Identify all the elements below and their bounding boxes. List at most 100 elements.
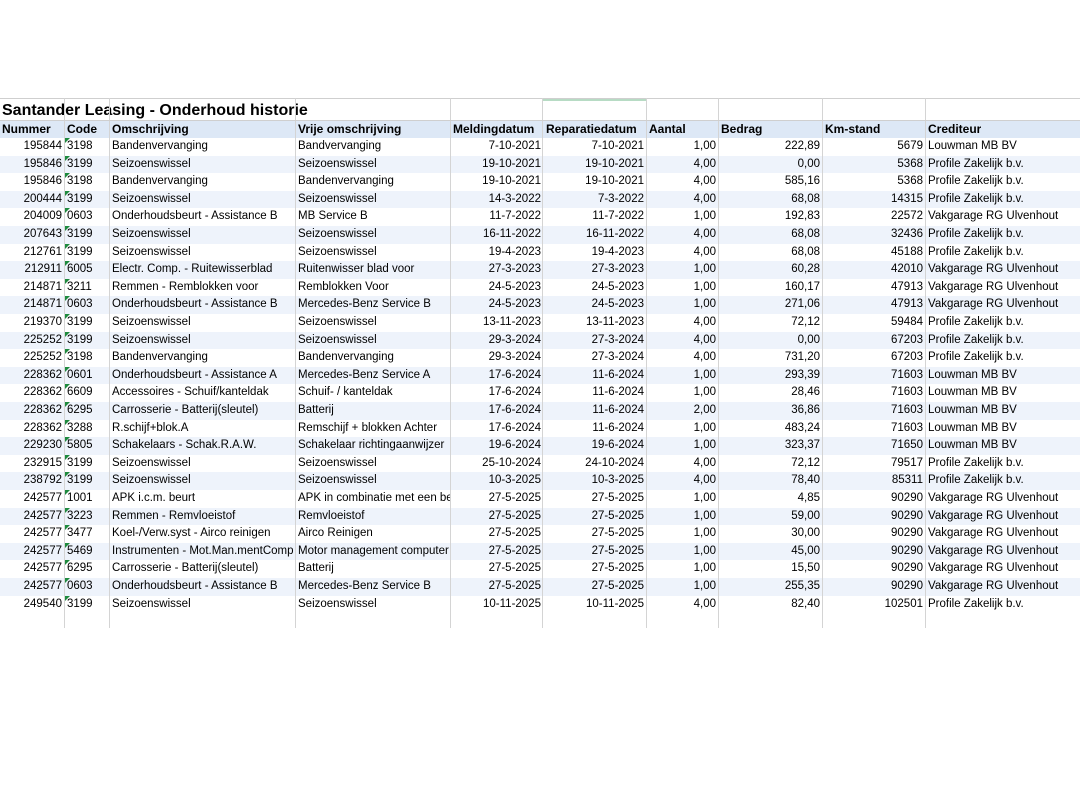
cell-meldingdatum[interactable]: 19-6-2024	[452, 437, 541, 455]
cell-code[interactable]: 3199	[67, 332, 109, 350]
cell-crediteur[interactable]: Profile Zakelijk b.v.	[928, 332, 1078, 350]
cell-aantal[interactable]: 1,00	[647, 384, 716, 402]
cell-omschrijving[interactable]: Carrosserie - Batterij(sleutel)	[112, 560, 294, 578]
cell-meldingdatum[interactable]: 27-5-2025	[452, 490, 541, 508]
cell-meldingdatum[interactable]: 29-3-2024	[452, 332, 541, 350]
cell-vrije-omschrijving[interactable]: MB Service B	[298, 208, 450, 226]
cell-reparatiedatum[interactable]: 27-5-2025	[544, 560, 644, 578]
cell-omschrijving[interactable]: Bandenvervanging	[112, 138, 294, 156]
cell-code[interactable]: 3198	[67, 349, 109, 367]
cell-km-stand[interactable]: 5368	[823, 156, 923, 174]
cell-nummer[interactable]: 228362	[0, 420, 62, 438]
cell-nummer[interactable]: 228362	[0, 367, 62, 385]
cell-vrije-omschrijving[interactable]: Remschijf + blokken Achter	[298, 420, 450, 438]
cell-crediteur[interactable]: Vakgarage RG Ulvenhout	[928, 296, 1078, 314]
cell-reparatiedatum[interactable]: 27-5-2025	[544, 525, 644, 543]
cell-vrije-omschrijving[interactable]: Airco Reinigen	[298, 525, 450, 543]
cell-bedrag[interactable]: 78,40	[719, 472, 820, 490]
cell-km-stand[interactable]: 71603	[823, 384, 923, 402]
cell-reparatiedatum[interactable]: 24-5-2023	[544, 279, 644, 297]
cell-meldingdatum[interactable]: 16-11-2022	[452, 226, 541, 244]
header-code[interactable]: Code	[67, 120, 97, 138]
cell-bedrag[interactable]: 323,37	[719, 437, 820, 455]
cell-crediteur[interactable]: Profile Zakelijk b.v.	[928, 314, 1078, 332]
cell-omschrijving[interactable]: APK i.c.m. beurt	[112, 490, 294, 508]
cell-code[interactable]: 6295	[67, 560, 109, 578]
cell-km-stand[interactable]: 42010	[823, 261, 923, 279]
cell-code[interactable]: 5805	[67, 437, 109, 455]
cell-bedrag[interactable]: 255,35	[719, 578, 820, 596]
cell-aantal[interactable]: 4,00	[647, 244, 716, 262]
cell-crediteur[interactable]: Louwman MB BV	[928, 402, 1078, 420]
header-nummer[interactable]: Nummer	[2, 120, 51, 138]
cell-reparatiedatum[interactable]: 19-10-2021	[544, 173, 644, 191]
cell-omschrijving[interactable]: Onderhoudsbeurt - Assistance A	[112, 367, 294, 385]
cell-crediteur[interactable]: Vakgarage RG Ulvenhout	[928, 208, 1078, 226]
cell-omschrijving[interactable]: Bandenvervanging	[112, 349, 294, 367]
cell-crediteur[interactable]: Vakgarage RG Ulvenhout	[928, 279, 1078, 297]
cell-vrije-omschrijving[interactable]: Seizoenswissel	[298, 596, 450, 614]
cell-omschrijving[interactable]: R.schijf+blok.A	[112, 420, 294, 438]
cell-vrije-omschrijving[interactable]: Mercedes-Benz Service B	[298, 578, 450, 596]
cell-aantal[interactable]: 4,00	[647, 455, 716, 473]
cell-code[interactable]: 3223	[67, 508, 109, 526]
cell-code[interactable]: 6005	[67, 261, 109, 279]
cell-km-stand[interactable]: 45188	[823, 244, 923, 262]
cell-aantal[interactable]: 1,00	[647, 296, 716, 314]
cell-aantal[interactable]: 1,00	[647, 261, 716, 279]
cell-meldingdatum[interactable]: 17-6-2024	[452, 420, 541, 438]
cell-vrije-omschrijving[interactable]: Remblokken Voor	[298, 279, 450, 297]
cell-code[interactable]: 0603	[67, 296, 109, 314]
cell-bedrag[interactable]: 68,08	[719, 191, 820, 209]
cell-bedrag[interactable]: 68,08	[719, 226, 820, 244]
cell-vrije-omschrijving[interactable]: Seizoenswissel	[298, 332, 450, 350]
cell-aantal[interactable]: 1,00	[647, 279, 716, 297]
cell-nummer[interactable]: 207643	[0, 226, 62, 244]
cell-km-stand[interactable]: 90290	[823, 490, 923, 508]
cell-aantal[interactable]: 4,00	[647, 314, 716, 332]
cell-aantal[interactable]: 4,00	[647, 156, 716, 174]
cell-vrije-omschrijving[interactable]: Ruitenwisser blad voor	[298, 261, 450, 279]
cell-omschrijving[interactable]: Seizoenswissel	[112, 226, 294, 244]
cell-km-stand[interactable]: 85311	[823, 472, 923, 490]
cell-meldingdatum[interactable]: 14-3-2022	[452, 191, 541, 209]
cell-code[interactable]: 3477	[67, 525, 109, 543]
cell-bedrag[interactable]: 0,00	[719, 332, 820, 350]
cell-aantal[interactable]: 4,00	[647, 173, 716, 191]
cell-meldingdatum[interactable]: 17-6-2024	[452, 402, 541, 420]
cell-km-stand[interactable]: 79517	[823, 455, 923, 473]
cell-km-stand[interactable]: 90290	[823, 508, 923, 526]
cell-bedrag[interactable]: 731,20	[719, 349, 820, 367]
cell-aantal[interactable]: 4,00	[647, 596, 716, 614]
cell-vrije-omschrijving[interactable]: Batterij	[298, 402, 450, 420]
cell-reparatiedatum[interactable]: 11-6-2024	[544, 384, 644, 402]
cell-reparatiedatum[interactable]: 24-5-2023	[544, 296, 644, 314]
cell-bedrag[interactable]: 222,89	[719, 138, 820, 156]
cell-aantal[interactable]: 1,00	[647, 543, 716, 561]
cell-crediteur[interactable]: Vakgarage RG Ulvenhout	[928, 543, 1078, 561]
cell-meldingdatum[interactable]: 7-10-2021	[452, 138, 541, 156]
cell-bedrag[interactable]: 45,00	[719, 543, 820, 561]
cell-crediteur[interactable]: Louwman MB BV	[928, 367, 1078, 385]
cell-code[interactable]: 3199	[67, 455, 109, 473]
header-km-stand[interactable]: Km-stand	[825, 120, 880, 138]
cell-crediteur[interactable]: Profile Zakelijk b.v.	[928, 455, 1078, 473]
cell-meldingdatum[interactable]: 27-5-2025	[452, 560, 541, 578]
cell-omschrijving[interactable]: Onderhoudsbeurt - Assistance B	[112, 578, 294, 596]
cell-code[interactable]: 3199	[67, 596, 109, 614]
cell-code[interactable]: 6295	[67, 402, 109, 420]
cell-meldingdatum[interactable]: 19-4-2023	[452, 244, 541, 262]
cell-omschrijving[interactable]: Seizoenswissel	[112, 244, 294, 262]
cell-reparatiedatum[interactable]: 27-5-2025	[544, 490, 644, 508]
cell-km-stand[interactable]: 59484	[823, 314, 923, 332]
cell-vrije-omschrijving[interactable]: Motor management computer	[298, 543, 450, 561]
cell-code[interactable]: 3199	[67, 244, 109, 262]
cell-vrije-omschrijving[interactable]: Seizoenswissel	[298, 156, 450, 174]
cell-omschrijving[interactable]: Seizoenswissel	[112, 314, 294, 332]
cell-aantal[interactable]: 4,00	[647, 472, 716, 490]
cell-code[interactable]: 3199	[67, 226, 109, 244]
cell-reparatiedatum[interactable]: 27-3-2024	[544, 349, 644, 367]
cell-bedrag[interactable]: 30,00	[719, 525, 820, 543]
cell-code[interactable]: 1001	[67, 490, 109, 508]
cell-crediteur[interactable]: Vakgarage RG Ulvenhout	[928, 560, 1078, 578]
